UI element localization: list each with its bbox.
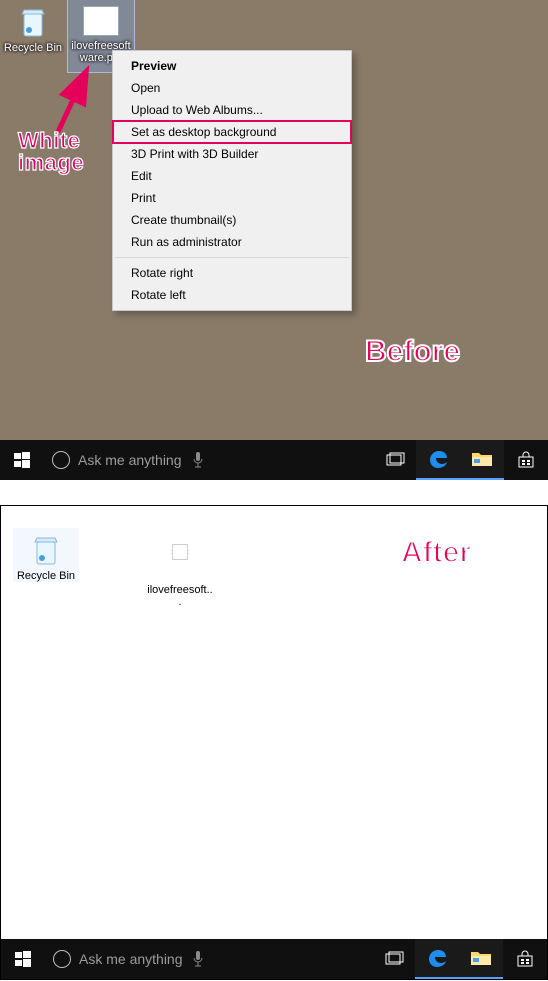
taskbar-app-edge[interactable]	[415, 939, 459, 979]
menu-item-create-thumbnails[interactable]: Create thumbnail(s)	[113, 209, 351, 231]
menu-item-open[interactable]: Open	[113, 77, 351, 99]
desktop-icon-image-file[interactable]: ilovefreesoft...	[147, 528, 213, 608]
menu-item-print[interactable]: Print	[113, 187, 351, 209]
file-explorer-icon	[471, 450, 493, 468]
cortana-search[interactable]: Ask me anything	[44, 440, 218, 480]
menu-item-rotate-right[interactable]: Rotate right	[113, 262, 351, 284]
menu-item-edit[interactable]: Edit	[113, 165, 351, 187]
icon-label: ilovefreesoft...	[147, 584, 213, 608]
edge-icon	[426, 947, 448, 969]
search-placeholder: Ask me anything	[79, 951, 184, 967]
recycle-bin-icon	[13, 2, 53, 42]
annotation-white-image: White image	[18, 130, 84, 174]
image-file-icon	[160, 544, 200, 584]
windows-logo-icon	[15, 951, 31, 967]
after-desktop[interactable]	[1, 506, 547, 979]
task-view-button[interactable]	[375, 939, 415, 979]
context-menu: Preview Open Upload to Web Albums... Set…	[112, 50, 352, 311]
taskbar-app-file-explorer[interactable]	[459, 939, 503, 979]
annotation-before: Before	[365, 335, 460, 369]
taskbar-app-file-explorer[interactable]	[460, 440, 504, 480]
search-placeholder: Ask me anything	[78, 452, 184, 468]
menu-item-set-desktop-background[interactable]: Set as desktop background	[113, 121, 351, 143]
menu-item-rotate-left[interactable]: Rotate left	[113, 284, 351, 306]
image-file-icon	[83, 6, 119, 36]
microphone-icon	[192, 451, 204, 469]
taskbar-app-store[interactable]	[503, 939, 547, 979]
taskbar: Ask me anything	[1, 939, 547, 979]
menu-item-3d-print[interactable]: 3D Print with 3D Builder	[113, 143, 351, 165]
cortana-icon	[53, 950, 71, 968]
edge-icon	[427, 448, 449, 470]
desktop-icon-recycle-bin[interactable]: Recycle Bin	[13, 528, 79, 582]
task-view-icon	[385, 951, 405, 967]
menu-item-preview[interactable]: Preview	[113, 55, 351, 77]
after-panel: Recycle Bin ilovefreesoft... After Ask m…	[0, 505, 548, 980]
taskbar-app-edge[interactable]	[416, 440, 460, 480]
menu-item-upload[interactable]: Upload to Web Albums...	[113, 99, 351, 121]
annotation-after: After	[401, 536, 471, 570]
taskbar-app-store[interactable]	[504, 440, 548, 480]
store-icon	[517, 451, 535, 469]
taskbar: Ask me anything	[0, 440, 548, 480]
file-explorer-icon	[470, 949, 492, 967]
windows-logo-icon	[14, 452, 30, 468]
desktop-icon-recycle-bin[interactable]: Recycle Bin	[0, 0, 66, 54]
icon-label: Recycle Bin	[0, 42, 66, 54]
start-button[interactable]	[0, 440, 44, 480]
menu-item-run-as-administrator[interactable]: Run as administrator	[113, 231, 351, 253]
start-button[interactable]	[1, 939, 45, 979]
cortana-search[interactable]: Ask me anything	[45, 939, 218, 979]
icon-label: Recycle Bin	[13, 570, 79, 582]
recycle-bin-icon	[26, 530, 66, 570]
before-panel: Recycle Bin ilovefreesoftware.p... White…	[0, 0, 548, 480]
menu-separator	[115, 257, 349, 258]
microphone-icon	[192, 950, 204, 968]
task-view-button[interactable]	[376, 440, 416, 480]
store-icon	[516, 950, 534, 968]
cortana-icon	[52, 451, 70, 469]
task-view-icon	[386, 452, 406, 468]
